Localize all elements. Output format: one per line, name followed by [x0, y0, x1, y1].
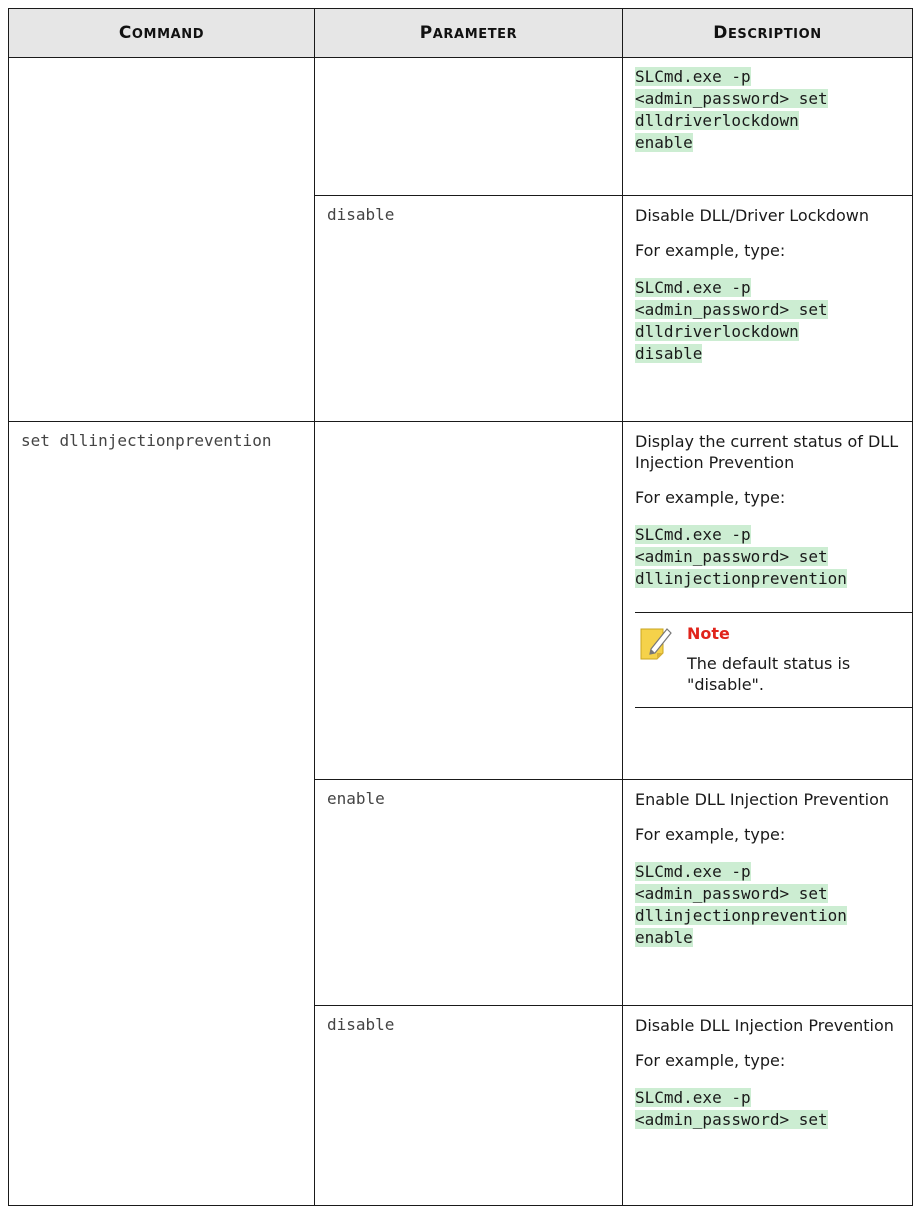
- parameter-cell: [314, 57, 623, 196]
- command-cell: set dllinjectionprevention: [8, 421, 315, 1206]
- command-cell: [8, 57, 315, 422]
- parameter-cell: disable: [314, 1005, 623, 1206]
- command-table: COMMAND PARAMETER DESCRIPTION SLCmd.exe …: [8, 8, 913, 1206]
- description-text: Disable DLL/Driver Lockdown: [635, 206, 869, 225]
- code-example: SLCmd.exe -p <admin_password> set dlldri…: [635, 278, 828, 363]
- table-row: SLCmd.exe -p <admin_password> set dlldri…: [8, 57, 913, 422]
- description-cell: Display the current status of DLL Inject…: [622, 421, 913, 780]
- example-label: For example, type:: [635, 488, 786, 507]
- description-cell: Disable DLL/Driver Lockdown For example,…: [622, 195, 913, 422]
- example-label: For example, type:: [635, 1051, 786, 1070]
- description-cell: Disable DLL Injection Prevention For exa…: [622, 1005, 913, 1206]
- parameter-cell: enable: [314, 779, 623, 1006]
- note-pencil-icon: [640, 628, 672, 660]
- note-title: Note: [687, 624, 730, 643]
- description-cell: Enable DLL Injection Prevention For exam…: [622, 779, 913, 1006]
- note-body: The default status is "disable".: [687, 654, 851, 694]
- header-parameter: PARAMETER: [314, 8, 623, 58]
- code-example: SLCmd.exe -p <admin_password> set dlldri…: [635, 67, 828, 152]
- description-cell: SLCmd.exe -p <admin_password> set dlldri…: [622, 57, 913, 196]
- header-description: DESCRIPTION: [622, 8, 913, 58]
- description-text: Display the current status of DLL Inject…: [635, 432, 899, 472]
- code-example: SLCmd.exe -p <admin_password> set: [635, 1088, 828, 1129]
- description-text: Disable DLL Injection Prevention: [635, 1016, 894, 1035]
- table-row: set dllinjectionprevention Display the c…: [8, 421, 913, 1206]
- note-box: Note The default status is "disable".: [635, 612, 913, 708]
- table-header-row: COMMAND PARAMETER DESCRIPTION: [8, 8, 913, 58]
- parameter-cell: disable: [314, 195, 623, 422]
- example-label: For example, type:: [635, 825, 786, 844]
- header-command: COMMAND: [8, 8, 315, 58]
- code-example: SLCmd.exe -p <admin_password> set dllinj…: [635, 862, 847, 947]
- code-example: SLCmd.exe -p <admin_password> set dllinj…: [635, 525, 847, 588]
- parameter-cell: [314, 421, 623, 780]
- example-label: For example, type:: [635, 241, 786, 260]
- description-text: Enable DLL Injection Prevention: [635, 790, 890, 809]
